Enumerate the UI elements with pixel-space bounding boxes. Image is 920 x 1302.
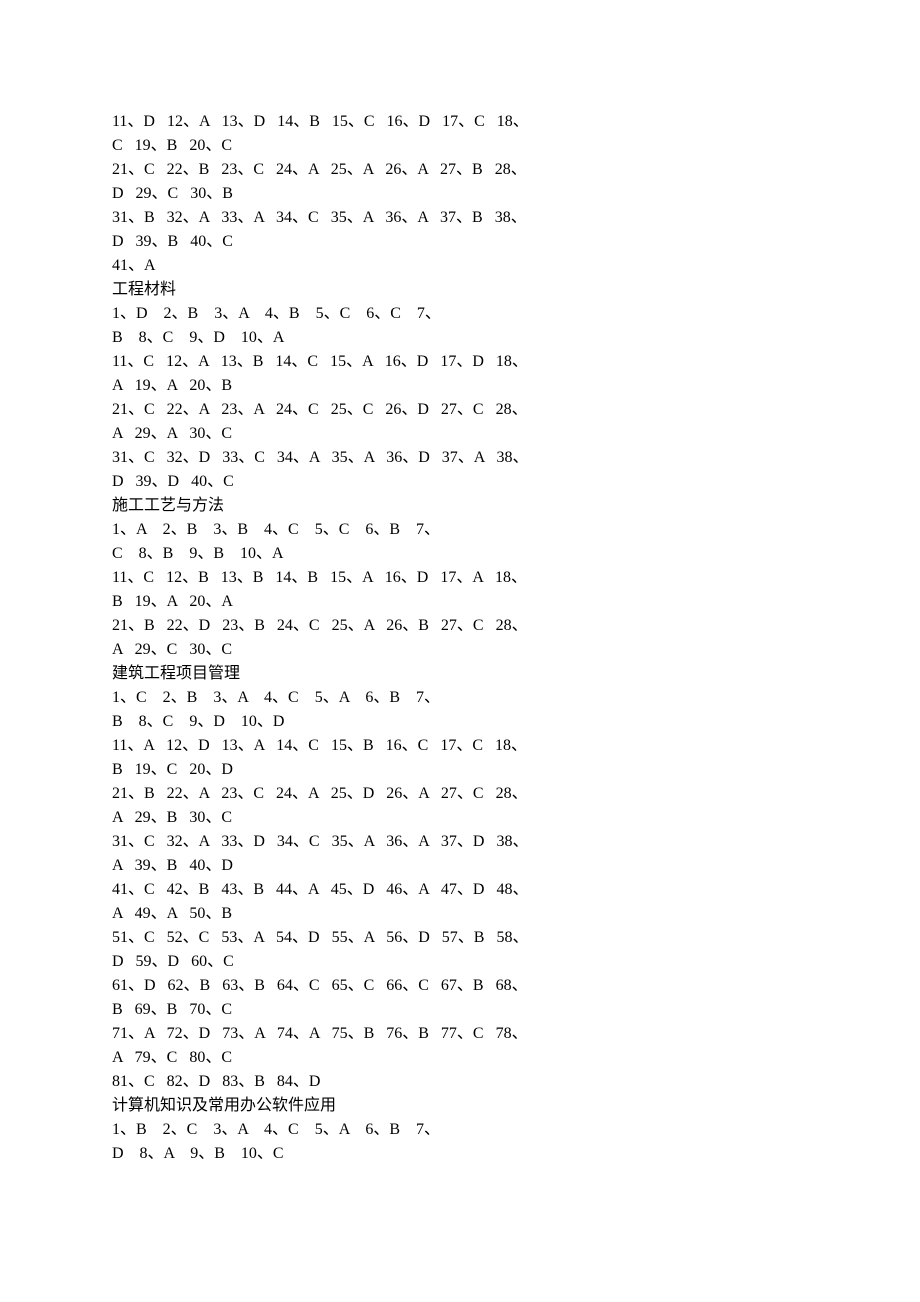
answer-line: A 29、A 30、C [112,422,808,446]
answer-line: A 29、C 30、C [112,638,808,662]
answer-line: 21、C 22、A 23、A 24、C 25、C 26、D 27、C 28、 [112,398,808,422]
answer-line: 1、A 2、B 3、B 4、C 5、C 6、B 7、 [112,518,808,542]
answer-line: 1、C 2、B 3、A 4、C 5、A 6、B 7、 [112,686,808,710]
answer-line: D 29、C 30、B [112,182,808,206]
answer-line: D 39、D 40、C [112,470,808,494]
answer-line: D 59、D 60、C [112,950,808,974]
answer-line: A 39、B 40、D [112,854,808,878]
answer-line: 31、C 32、D 33、C 34、A 35、A 36、D 37、A 38、 [112,446,808,470]
answer-line: 31、B 32、A 33、A 34、C 35、A 36、A 37、B 38、 [112,206,808,230]
answer-line: A 79、C 80、C [112,1046,808,1070]
answer-line: 61、D 62、B 63、B 64、C 65、C 66、C 67、B 68、 [112,974,808,998]
answer-line: 81、C 82、D 83、B 84、D [112,1070,808,1094]
answer-line: 51、C 52、C 53、A 54、D 55、A 56、D 57、B 58、 [112,926,808,950]
answer-line: A 49、A 50、B [112,902,808,926]
answer-line: 71、A 72、D 73、A 74、A 75、B 76、B 77、C 78、 [112,1022,808,1046]
answer-line: 计算机知识及常用办公软件应用 [112,1094,808,1118]
answer-line: 11、C 12、A 13、B 14、C 15、A 16、D 17、D 18、 [112,350,808,374]
answer-line: C 8、B 9、B 10、A [112,542,808,566]
answer-line: B 8、C 9、D 10、D [112,710,808,734]
answer-line: 1、B 2、C 3、A 4、C 5、A 6、B 7、 [112,1118,808,1142]
answer-line: B 8、C 9、D 10、A [112,326,808,350]
answer-line: 建筑工程项目管理 [112,662,808,686]
answer-line: 21、C 22、B 23、C 24、A 25、A 26、A 27、B 28、 [112,158,808,182]
answer-line: D 8、A 9、B 10、C [112,1142,808,1166]
answer-line: 施工工艺与方法 [112,494,808,518]
answer-line: 41、C 42、B 43、B 44、A 45、D 46、A 47、D 48、 [112,878,808,902]
answer-line: 21、B 22、D 23、B 24、C 25、A 26、B 27、C 28、 [112,614,808,638]
answer-line: D 39、B 40、C [112,230,808,254]
answer-line: 1、D 2、B 3、A 4、B 5、C 6、C 7、 [112,302,808,326]
answer-line: B 19、C 20、D [112,758,808,782]
answer-line: B 19、A 20、A [112,590,808,614]
answer-line: 11、D 12、A 13、D 14、B 15、C 16、D 17、C 18、 [112,110,808,134]
answer-line: 11、A 12、D 13、A 14、C 15、B 16、C 17、C 18、 [112,734,808,758]
answer-line: C 19、B 20、C [112,134,808,158]
answer-key-page: 11、D 12、A 13、D 14、B 15、C 16、D 17、C 18、C … [0,0,920,1226]
answer-line: A 19、A 20、B [112,374,808,398]
answer-line: 31、C 32、A 33、D 34、C 35、A 36、A 37、D 38、 [112,830,808,854]
answer-line: 工程材料 [112,278,808,302]
answer-line: B 69、B 70、C [112,998,808,1022]
answer-line: 41、A [112,254,808,278]
answer-line: 21、B 22、A 23、C 24、A 25、D 26、A 27、C 28、 [112,782,808,806]
answer-line: 11、C 12、B 13、B 14、B 15、A 16、D 17、A 18、 [112,566,808,590]
answer-line: A 29、B 30、C [112,806,808,830]
